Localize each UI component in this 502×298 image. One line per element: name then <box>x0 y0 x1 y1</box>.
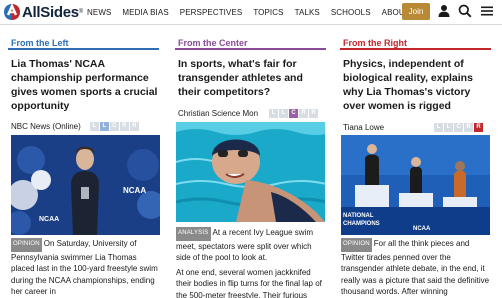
article-photo-left[interactable]: NCAA NCAA <box>11 135 160 235</box>
snippet-left: OPINION On Saturday, University of Pennsy… <box>11 238 162 298</box>
headline-center[interactable]: In sports, what's fair for transgender a… <box>175 57 326 99</box>
column-heading-right[interactable]: From the Right <box>340 31 491 48</box>
search-icon[interactable] <box>458 4 472 18</box>
svg-text:NATIONAL: NATIONAL <box>343 213 374 219</box>
bias-box-right: R <box>309 108 318 118</box>
bias-rating-right[interactable]: L L C R R <box>434 122 484 132</box>
allsides-logo[interactable]: AllSides ® <box>3 2 83 22</box>
nav-item-perspectives[interactable]: PERSPECTIVES <box>180 8 243 17</box>
source-row-right: Tiana Lowe L L C R R <box>340 121 491 133</box>
column-from-center: From the Center In sports, what's fair f… <box>175 31 326 119</box>
bias-box-left: L <box>434 122 443 132</box>
site-header: AllSides ® NEWS MEDIA BIAS PERSPECTIVES … <box>0 0 502 25</box>
svg-text:CHAMPIONS: CHAMPIONS <box>343 221 380 227</box>
source-row-left: NBC News (Online) L L C R R <box>8 120 159 132</box>
bias-box-left: L <box>89 121 99 131</box>
nav-item-schools[interactable]: SCHOOLS <box>331 8 371 17</box>
bias-box-lean-right: R <box>464 122 473 132</box>
headline-left[interactable]: Lia Thomas' NCAA championship performanc… <box>8 57 159 113</box>
bias-rating-left[interactable]: L L C R R <box>89 121 140 131</box>
bias-box-right: R <box>129 121 139 131</box>
svg-text:NCAA: NCAA <box>39 216 59 223</box>
bias-box-center: C <box>109 121 119 131</box>
bias-box-lean-left: L <box>444 122 453 132</box>
allsides-logo-icon <box>4 3 20 20</box>
bias-box-lean-left: L <box>99 121 109 131</box>
svg-text:NCAA: NCAA <box>413 226 431 232</box>
nav-item-talks[interactable]: TALKS <box>295 8 320 17</box>
bias-box-lean-left: L <box>279 108 288 118</box>
logo-text: AllSides <box>22 3 79 21</box>
bias-box-lean-right: R <box>119 121 129 131</box>
main-nav: NEWS MEDIA BIAS PERSPECTIVES TOPICS TALK… <box>87 0 421 25</box>
column-heading-center[interactable]: From the Center <box>175 31 326 48</box>
swimmer-podium-image: NCAA NCAA <box>11 135 160 235</box>
article-photo-center[interactable] <box>176 122 325 222</box>
bias-box-right: R <box>474 122 483 132</box>
source-name-left[interactable]: NBC News (Online) <box>11 122 81 131</box>
svg-text:NCAA: NCAA <box>123 186 146 195</box>
snippet-center: ANALYSIS At a recent Ivy League swim meet… <box>176 227 327 298</box>
nav-item-topics[interactable]: TOPICS <box>253 8 283 17</box>
opinion-tag: OPINION <box>11 238 42 252</box>
source-row-center: Christian Science Mon L L C R R <box>175 107 326 119</box>
bias-box-center: C <box>289 108 298 118</box>
column-heading-left[interactable]: From the Left <box>8 31 159 48</box>
user-icon[interactable] <box>437 4 451 18</box>
snippet-text-center-2: At one end, several women jackknifed the… <box>176 267 322 298</box>
snippet-right: OPINION For all the think pieces and Twit… <box>341 238 492 298</box>
column-from-left: From the Left Lia Thomas' NCAA champions… <box>8 31 159 132</box>
nav-item-news[interactable]: NEWS <box>87 8 111 17</box>
bias-box-left: L <box>269 108 278 118</box>
bias-box-center: C <box>454 122 463 132</box>
podium-ceremony-image: NATIONAL CHAMPIONS NCAA <box>341 135 490 235</box>
column-from-right: From the Right Physics, independent of b… <box>340 31 491 133</box>
menu-icon[interactable] <box>480 4 494 18</box>
bias-rating-center[interactable]: L L C R R <box>269 108 319 118</box>
analysis-tag: ANALYSIS <box>176 227 211 241</box>
bias-box-lean-right: R <box>299 108 308 118</box>
source-name-right[interactable]: Tiana Lowe <box>343 123 431 132</box>
opinion-tag: OPINION <box>341 238 372 252</box>
nav-item-media-bias[interactable]: MEDIA BIAS <box>122 8 168 17</box>
headline-right[interactable]: Physics, independent of biological reali… <box>340 57 491 113</box>
article-photo-right[interactable]: NATIONAL CHAMPIONS NCAA <box>341 135 490 235</box>
swimmer-pool-image <box>176 122 325 222</box>
join-button[interactable]: Join <box>402 3 430 20</box>
logo-registered-mark: ® <box>78 9 84 15</box>
source-name-center[interactable]: Christian Science Mon <box>178 109 266 118</box>
